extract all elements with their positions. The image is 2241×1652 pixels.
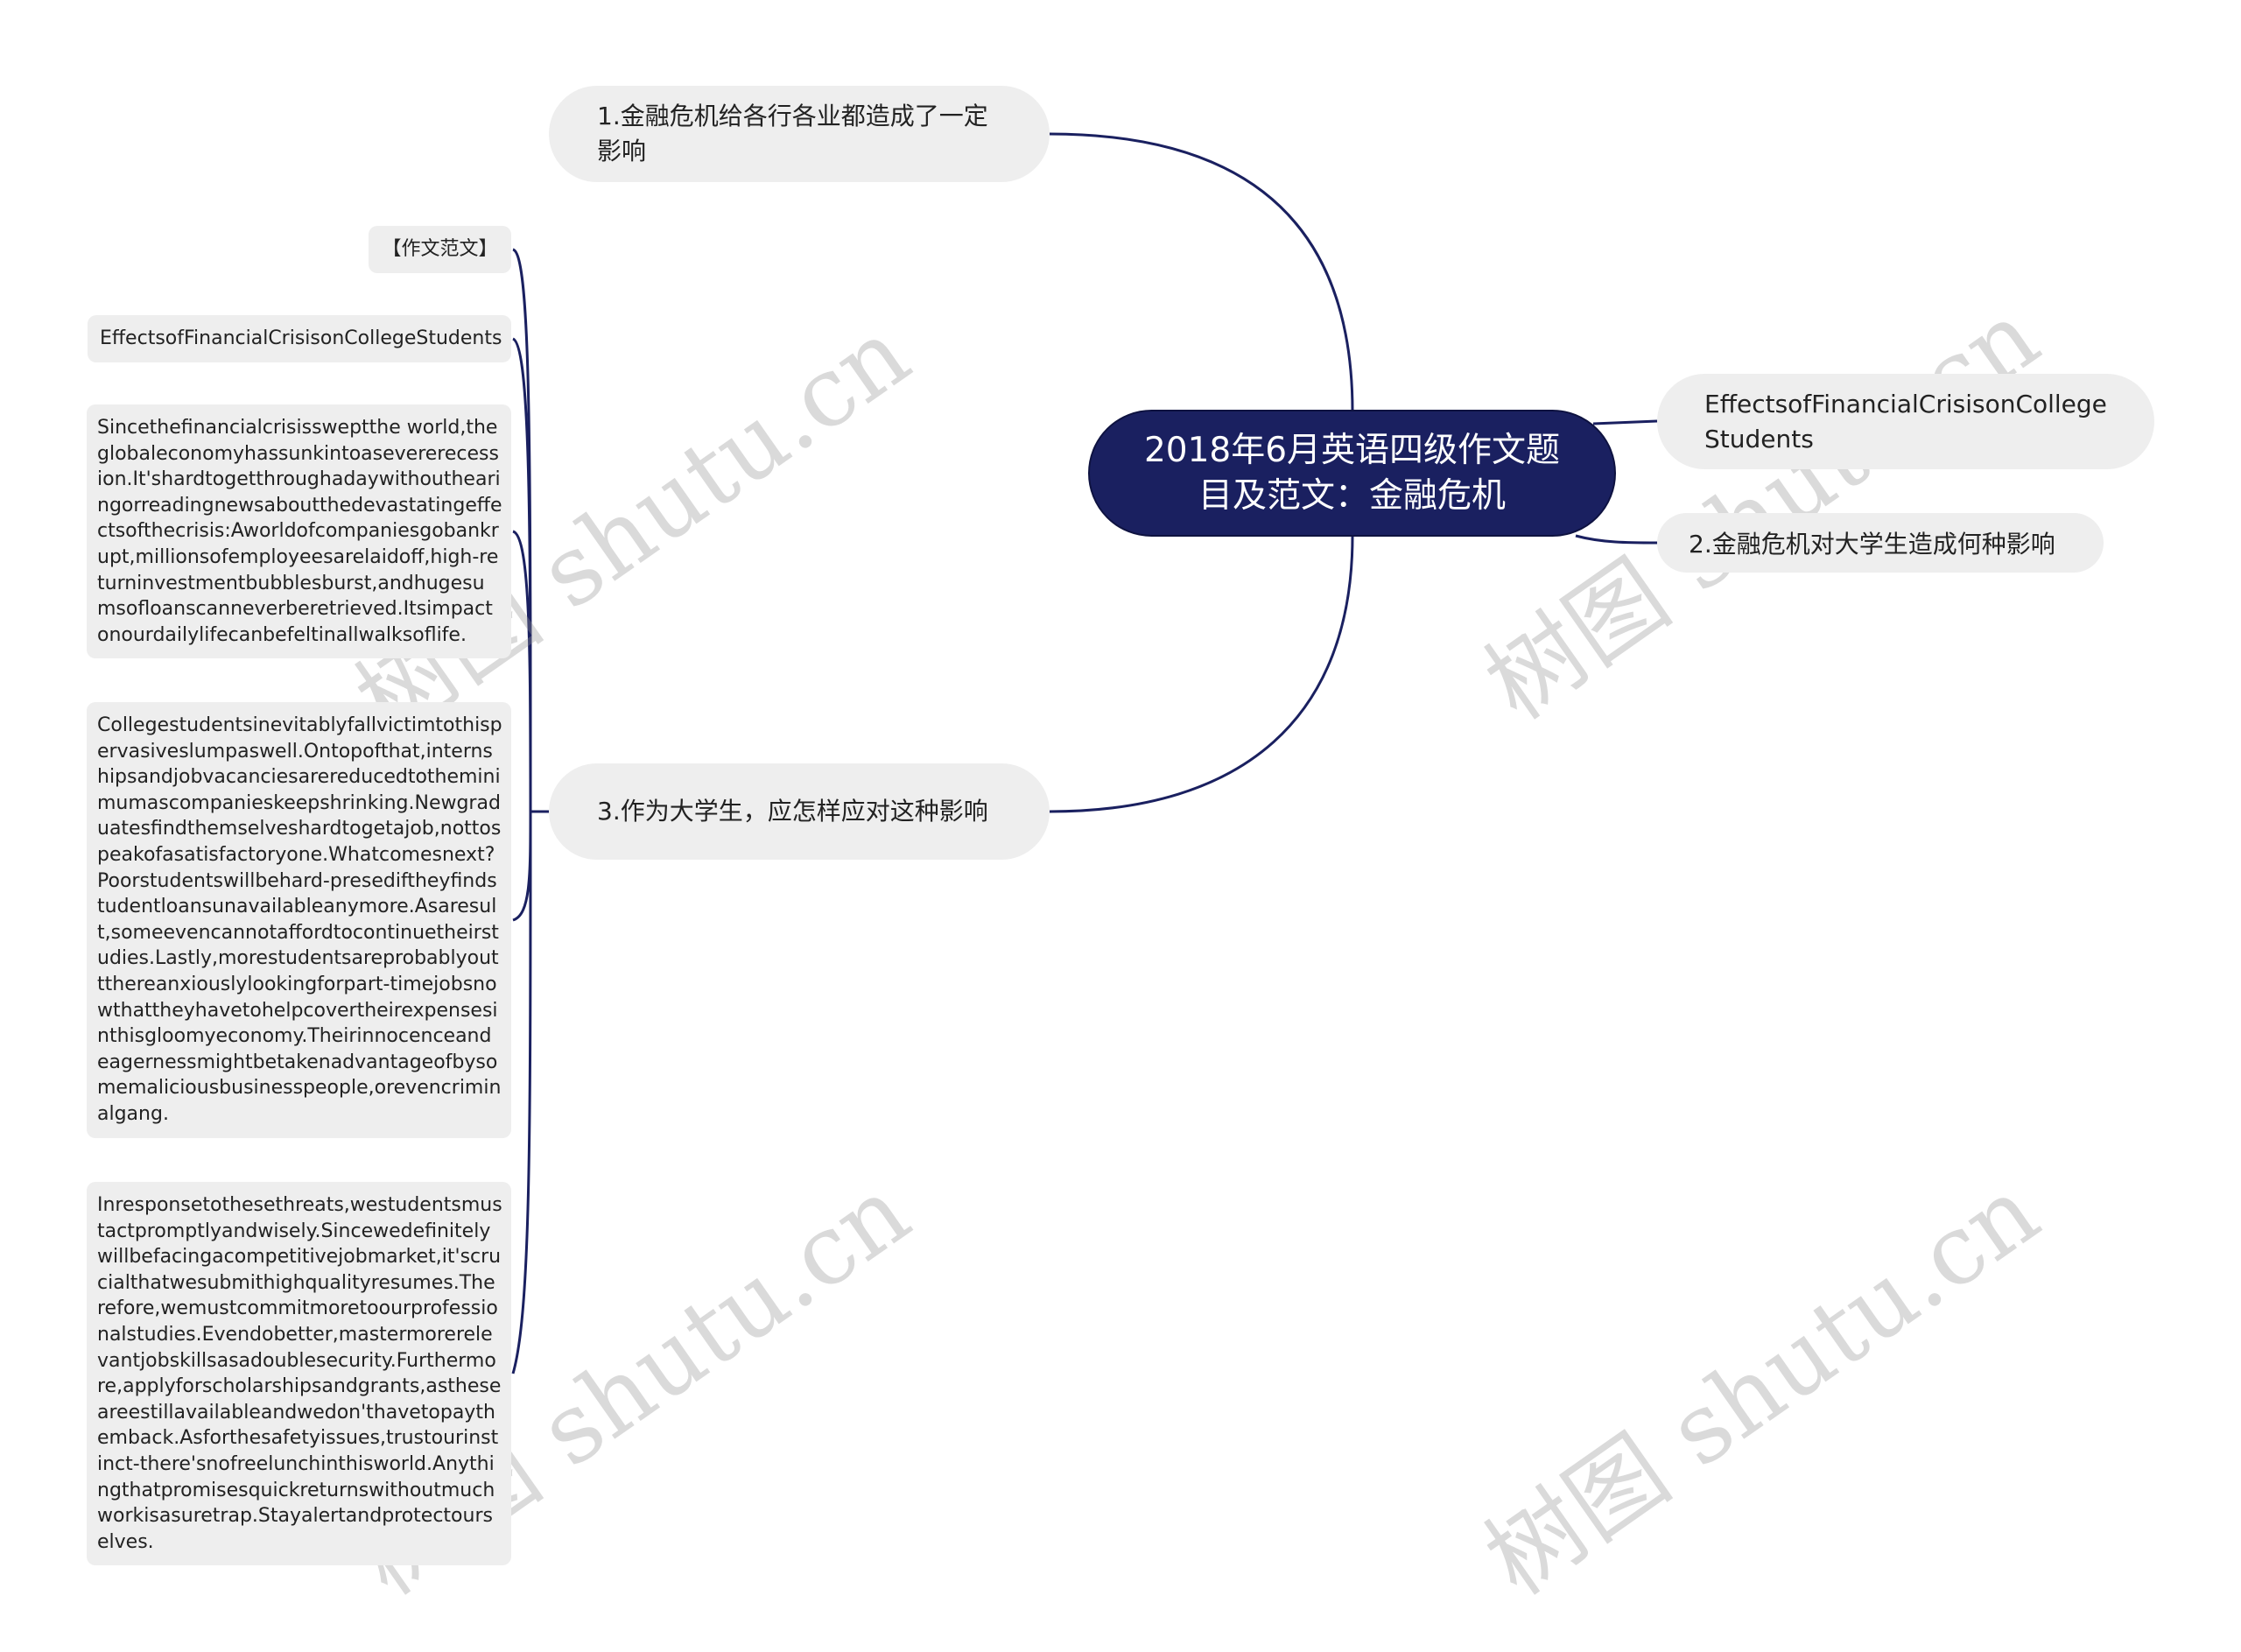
- leaf-node-essay-heading[interactable]: EffectsofFinancialCrisisonCollegeStudent…: [88, 315, 511, 362]
- watermark: 树图 shutu.cn: [1465, 1155, 2058, 1617]
- link-root-to-branch1: [1049, 132, 1354, 412]
- branch-label: 2.金融危机对大学生造成何种影响: [1689, 530, 2055, 559]
- leaf-text: Sincethefinancialcrisissweptthe world,th…: [97, 417, 502, 646]
- leaf-text: 【作文范文】: [382, 238, 498, 261]
- branch-label: EffectsofFinancialCrisisonCollegeStudent…: [1704, 389, 2107, 453]
- leaf-node-paragraph-2[interactable]: Collegestudentsinevitablyfallvictimtothi…: [87, 702, 511, 1138]
- leaf-text: Inresponsetothesethreats,westudentsmusta…: [97, 1194, 502, 1553]
- link-to-leaf-p2: [512, 811, 532, 922]
- leaf-node-paragraph-1[interactable]: Sincethefinancialcrisissweptthe world,th…: [87, 404, 511, 658]
- link-to-leaf-p1: [512, 530, 532, 812]
- branch-node-student-response[interactable]: 3.作为大学生，应怎样应对这种影响: [549, 763, 1050, 860]
- link-root-to-right-top: [1592, 419, 1658, 425]
- link-to-leaf-p3: [511, 811, 532, 1374]
- leaf-text: Collegestudentsinevitablyfallvictimtothi…: [97, 714, 502, 1125]
- root-node[interactable]: 2018年6月英语四级作文题目及范文：金融危机: [1088, 410, 1616, 537]
- branch-label: 3.作为大学生，应怎样应对这种影响: [597, 797, 988, 826]
- branch-node-effects-title[interactable]: EffectsofFinancialCrisisonCollegeStudent…: [1657, 374, 2154, 469]
- link-root-to-right-bottom: [1575, 534, 1658, 545]
- leaf-node-sample-essay-title[interactable]: 【作文范文】: [369, 226, 511, 273]
- branch-label: 1.金融危机给各行各业都造成了一定影响: [597, 102, 988, 165]
- link-root-to-branch3: [1049, 535, 1354, 813]
- link-to-leaf-title: [512, 248, 532, 812]
- leaf-node-paragraph-3[interactable]: Inresponsetothesethreats,westudentsmusta…: [87, 1182, 511, 1565]
- root-title: 2018年6月英语四级作文题目及范文：金融危机: [1143, 430, 1561, 516]
- link-to-leaf-heading: [512, 337, 532, 812]
- branch-node-industry-impact[interactable]: 1.金融危机给各行各业都造成了一定影响: [549, 86, 1050, 182]
- leaf-text: EffectsofFinancialCrisisonCollegeStudent…: [100, 327, 502, 350]
- branch-node-student-impact[interactable]: 2.金融危机对大学生造成何种影响: [1657, 513, 2104, 573]
